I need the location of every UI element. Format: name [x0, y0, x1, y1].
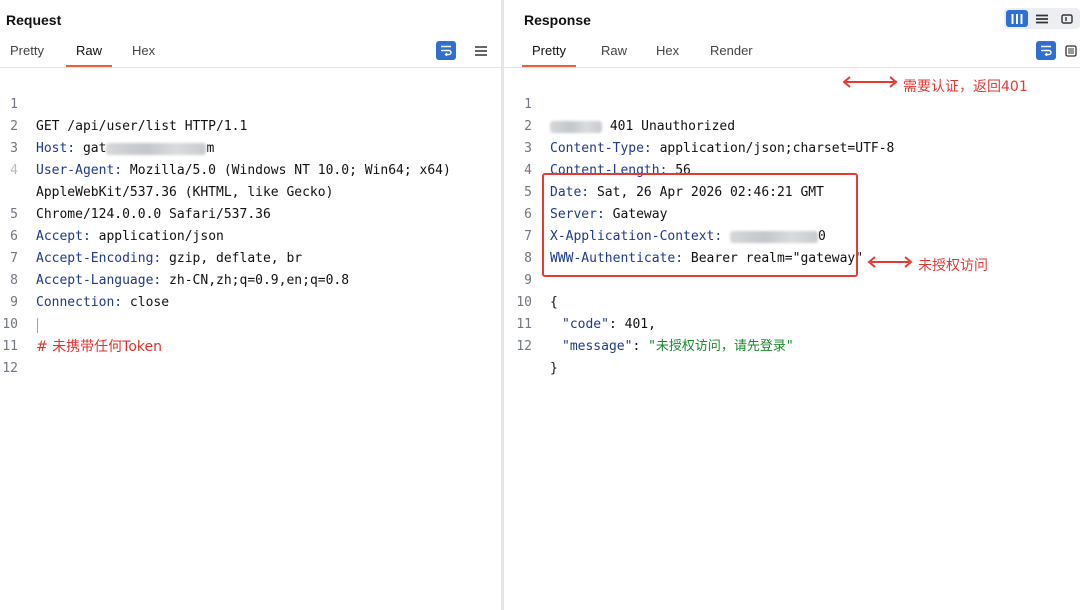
- json-value-message: "未授权访问，请先登录": [648, 339, 794, 354]
- code-line: 2 Content-Type: application/json;charset…: [504, 94, 1080, 156]
- response-title: Response: [524, 12, 591, 28]
- menu-button[interactable]: [471, 41, 491, 60]
- tab-raw[interactable]: Raw: [65, 43, 113, 67]
- text-cursor: [37, 318, 38, 333]
- code-line: 1 GET /api/user/list HTTP/1.1: [0, 72, 501, 134]
- code-line: 9: [0, 270, 501, 310]
- wrap-lines-button[interactable]: [436, 41, 456, 60]
- single-pane-button[interactable]: [1056, 10, 1078, 27]
- json-key-message: "message": [562, 339, 633, 354]
- code-line: 5 Accept: application/json: [0, 182, 501, 244]
- code-line: 12 }: [504, 314, 1080, 376]
- tab-pretty[interactable]: Pretty: [522, 43, 576, 67]
- request-tabs: Pretty Raw Hex: [0, 37, 501, 68]
- code-line: 3 User-Agent: Mozilla/5.0 (Windows NT 10…: [0, 116, 501, 178]
- search-options-button[interactable]: [1062, 41, 1080, 60]
- code-line: 10 # 未携带任何Token: [0, 292, 501, 355]
- double-arrow-icon: [842, 76, 898, 88]
- hamburger-icon: [475, 45, 487, 56]
- split-rows-button[interactable]: [1031, 10, 1053, 27]
- code-line: 2 Host: gat m: [0, 94, 501, 156]
- tab-raw[interactable]: Raw: [601, 43, 627, 58]
- body-annotation: 未授权访问: [918, 258, 988, 274]
- code-line: 3 Content-Length: 56: [504, 116, 1080, 178]
- request-title: Request: [6, 12, 62, 28]
- wrap-lines-button[interactable]: [1036, 41, 1056, 60]
- double-arrow-icon: [867, 256, 913, 268]
- tab-hex[interactable]: Hex: [132, 43, 155, 58]
- code-line: Chrome/124.0.0.0 Safari/537.36: [0, 160, 501, 222]
- list-icon: [1065, 44, 1077, 57]
- layout-toggle: [1004, 8, 1080, 29]
- code-line: 6 Accept-Encoding: gzip, deflate, br: [0, 204, 501, 266]
- tab-render[interactable]: Render: [710, 43, 753, 58]
- code-line: 11 "message": "未授权访问，请先登录": [504, 292, 1080, 354]
- wrap-lines-icon: [441, 45, 452, 56]
- tab-pretty[interactable]: Pretty: [10, 43, 44, 58]
- tab-hex[interactable]: Hex: [656, 43, 679, 58]
- single-pane-icon: [1061, 13, 1073, 24]
- columns-icon: [1011, 13, 1023, 24]
- code-line: 11: [0, 314, 501, 354]
- request-pane: Request Pretty Raw Hex 1 GET /api/user/l…: [0, 0, 501, 610]
- json-close-brace: }: [550, 361, 558, 376]
- response-pane: Response Pretty Raw Hex Render 1 401 Una…: [504, 0, 1080, 610]
- code-line: 4 Date: Sat, 26 Apr 2026 02:46:21 GMT: [504, 138, 1080, 200]
- code-line: 4 AppleWebKit/537.36 (KHTML, like Gecko): [0, 138, 501, 200]
- code-line: 8 Connection: close: [0, 248, 501, 310]
- split-columns-button[interactable]: [1006, 10, 1028, 27]
- code-line: 12: [0, 336, 501, 376]
- line-number: 12: [516, 339, 532, 354]
- response-tabs: Pretty Raw Hex Render: [504, 37, 1080, 68]
- code-line: 7 Accept-Language: zh-CN,zh;q=0.9,en;q=0…: [0, 226, 501, 288]
- wrap-lines-icon: [1041, 45, 1052, 56]
- status-annotation: 需要认证，返回401: [903, 79, 1028, 95]
- line-number: 12: [2, 361, 18, 376]
- rows-icon: [1036, 14, 1048, 23]
- json-highlight-box: [542, 173, 858, 277]
